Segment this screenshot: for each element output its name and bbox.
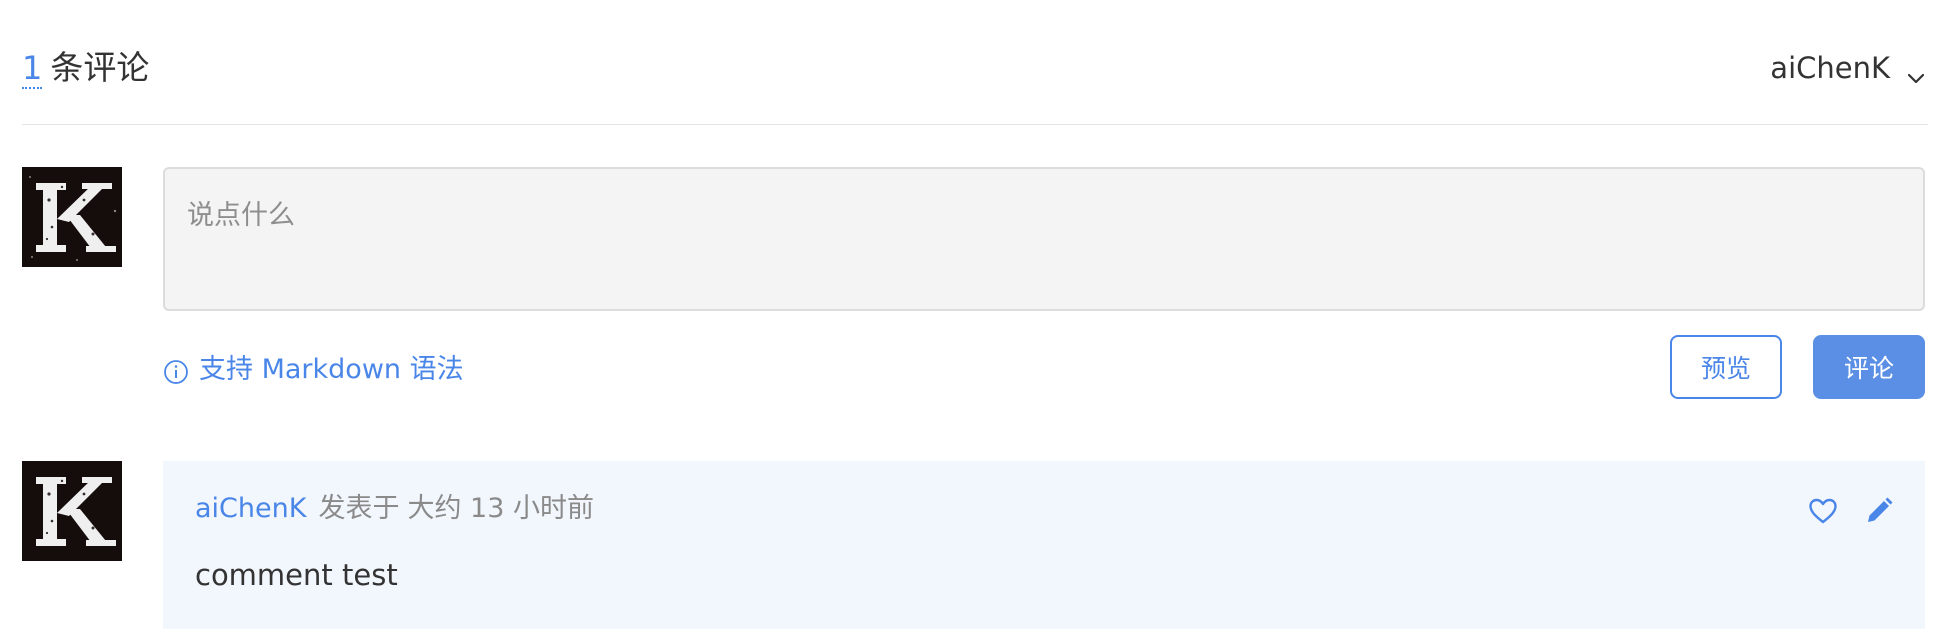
user-menu[interactable]: aiChenK <box>1770 44 1928 92</box>
comment-input[interactable] <box>165 169 1923 309</box>
info-circle-icon <box>163 359 189 385</box>
comment-actions <box>1783 495 1895 527</box>
heart-icon[interactable] <box>1807 495 1839 527</box>
current-user-avatar[interactable] <box>22 167 122 267</box>
comment-body: comment test <box>195 558 398 592</box>
comment-count-label: 条评论 <box>50 48 150 87</box>
comment-author-avatar[interactable] <box>22 461 122 561</box>
comment-posted-label: 发表于 <box>318 493 400 524</box>
current-user-name[interactable]: aiChenK <box>1770 44 1890 92</box>
comment-time: 大约 13 小时前 <box>407 493 594 524</box>
comment-count[interactable]: 1 <box>22 49 43 89</box>
comment-editor[interactable] <box>163 167 1925 311</box>
comment-author[interactable]: aiChenK <box>195 493 306 524</box>
comments-header: 1 条评论 aiChenK <box>22 44 1928 92</box>
comment-item: aiChenK 发表于 大约 13 小时前 comment test <box>163 461 1925 629</box>
pencil-icon[interactable] <box>1863 495 1895 527</box>
markdown-hint-label[interactable]: 支持 Markdown 语法 <box>199 352 464 388</box>
comment-meta: aiChenK 发表于 大约 13 小时前 <box>195 489 594 529</box>
header-divider <box>22 124 1928 125</box>
chevron-down-icon[interactable] <box>1904 56 1928 84</box>
markdown-hint-link[interactable]: 支持 Markdown 语法 <box>163 352 464 388</box>
submit-comment-button[interactable]: 评论 <box>1813 335 1925 399</box>
comment-count-title: 1 条评论 <box>22 44 149 92</box>
preview-button[interactable]: 预览 <box>1670 335 1782 399</box>
